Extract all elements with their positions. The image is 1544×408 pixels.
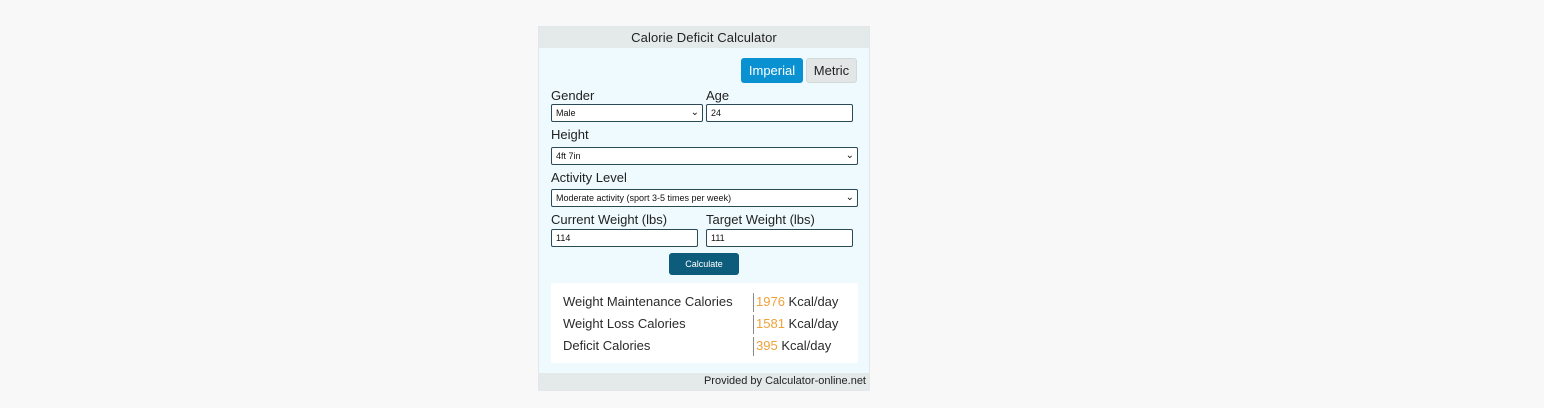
imperial-button[interactable]: Imperial [741, 58, 803, 83]
result-value: 1581 Kcal/day [756, 314, 838, 334]
activity-value: Moderate activity (sport 3-5 times per w… [556, 193, 732, 203]
gender-select[interactable]: Male ⌄ [551, 104, 703, 122]
height-value: 4ft 7in [556, 151, 581, 161]
age-label: Age [706, 88, 730, 103]
chevron-down-icon: ⌄ [690, 107, 699, 118]
result-row: Weight Loss Calories 1581 Kcal/day [551, 314, 858, 334]
target-weight-value: 111 [711, 233, 725, 243]
widget-title: Calorie Deficit Calculator [539, 27, 869, 48]
result-number: 1976 [756, 294, 785, 309]
current-weight-value: 114 [556, 233, 571, 243]
result-row: Deficit Calories 395 Kcal/day [551, 336, 858, 356]
age-input[interactable]: 24 [706, 104, 853, 122]
age-value: 24 [711, 108, 722, 118]
result-unit: Kcal/day [788, 294, 839, 309]
results-panel: Weight Maintenance Calories 1976 Kcal/da… [551, 283, 858, 363]
result-number: 395 [756, 338, 778, 353]
result-divider [753, 293, 754, 312]
result-name: Weight Maintenance Calories [563, 294, 733, 309]
result-name: Weight Loss Calories [563, 316, 686, 331]
result-row: Weight Maintenance Calories 1976 Kcal/da… [551, 292, 858, 312]
result-number: 1581 [756, 316, 785, 331]
activity-select[interactable]: Moderate activity (sport 3-5 times per w… [551, 189, 858, 207]
gender-label: Gender [551, 88, 595, 103]
result-name: Deficit Calories [563, 338, 651, 353]
result-unit: Kcal/day [788, 316, 839, 331]
chevron-down-icon: ⌄ [845, 150, 854, 161]
current-weight-label: Current Weight (lbs) [551, 212, 668, 227]
current-weight-input[interactable]: 114 [551, 229, 698, 247]
activity-label: Activity Level [551, 170, 627, 185]
result-value: 1976 Kcal/day [756, 292, 838, 312]
result-value: 395 Kcal/day [756, 336, 831, 356]
gender-value: Male [556, 108, 576, 118]
calculate-button[interactable]: Calculate [669, 253, 739, 275]
result-divider [753, 337, 754, 356]
target-weight-input[interactable]: 111 [706, 229, 853, 247]
height-select[interactable]: 4ft 7in ⌄ [551, 147, 858, 165]
result-divider [753, 315, 754, 334]
result-unit: Kcal/day [781, 338, 832, 353]
calorie-deficit-widget: Calorie Deficit Calculator Imperial Metr… [538, 26, 870, 391]
unit-toggle: Imperial Metric [741, 58, 857, 83]
chevron-down-icon: ⌄ [845, 192, 854, 203]
metric-button[interactable]: Metric [806, 58, 857, 83]
footer-credit[interactable]: Provided by Calculator-online.net [539, 373, 869, 390]
height-label: Height [551, 127, 589, 142]
target-weight-label: Target Weight (lbs) [706, 212, 815, 227]
